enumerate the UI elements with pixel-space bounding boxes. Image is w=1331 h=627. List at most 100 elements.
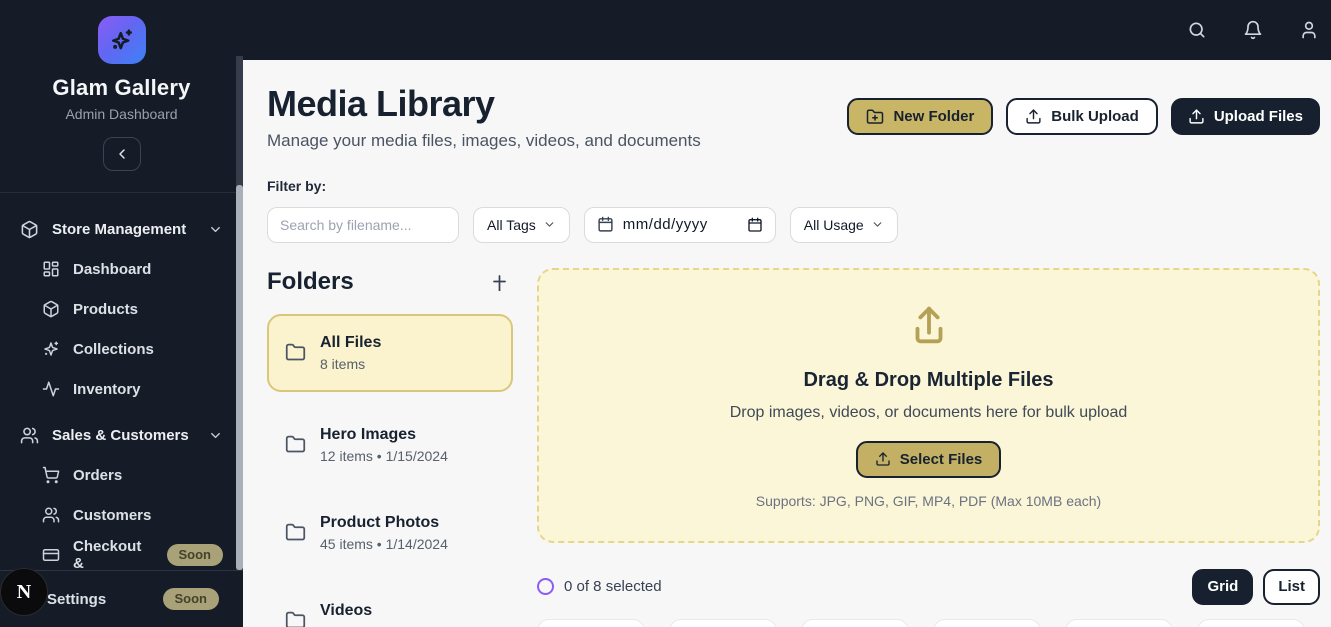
dropzone-title: Drag & Drop Multiple Files (803, 368, 1054, 391)
selection-count: 0 of 8 selected (564, 578, 662, 596)
filter-by-label: Filter by: (267, 177, 327, 194)
sparkle-logo-icon (107, 25, 137, 55)
main-area: Media Library Manage your media files, i… (243, 0, 1331, 627)
sidebar-item-collections[interactable]: Collections (12, 329, 231, 369)
sidebar-group-sales-customers[interactable]: Sales & Customers (12, 415, 231, 455)
date-picker-icon[interactable] (747, 217, 763, 233)
new-folder-label: New Folder (893, 108, 975, 125)
add-folder-button[interactable] (490, 272, 509, 291)
nav-item-label: Checkout & (73, 538, 142, 572)
file-cards-row (537, 618, 1320, 627)
upload-files-button[interactable]: Upload Files (1170, 98, 1320, 135)
drag-drop-zone[interactable]: Drag & Drop Multiple Files Drop images, … (537, 267, 1320, 543)
sidebar-item-settings[interactable]: Settings (47, 591, 106, 608)
activity-icon (42, 380, 60, 398)
avatar[interactable]: N (0, 568, 48, 616)
folder-name: Videos (320, 601, 373, 619)
folder-item-videos[interactable]: Videos 8 items • 1/13/2024 (267, 586, 513, 627)
nav-group-label: Sales & Customers (52, 426, 189, 444)
upload-icon (1188, 108, 1205, 125)
sidebar-group-store-management[interactable]: Store Management (12, 209, 231, 249)
sidebar-item-orders[interactable]: Orders (12, 455, 231, 495)
sidebar-collapse-button[interactable] (102, 137, 141, 171)
page-title: Media Library (267, 83, 495, 124)
new-folder-button[interactable]: New Folder (847, 98, 994, 135)
folder-meta: 8 items (320, 355, 366, 372)
sidebar-item-products[interactable]: Products (12, 289, 231, 329)
brand: Glam Gallery Admin Dashboard (0, 0, 243, 171)
users-icon (42, 506, 60, 524)
page-subtitle: Manage your media files, images, videos,… (267, 130, 701, 150)
sidebar-item-inventory[interactable]: Inventory (12, 369, 231, 409)
credit-card-icon (42, 546, 60, 564)
bell-icon[interactable] (1243, 20, 1263, 40)
nav-group-sales-customers: Sales & Customers Orders Customers Check… (12, 415, 231, 575)
folder-icon (285, 434, 306, 455)
nav-item-label: Inventory (73, 380, 141, 398)
sidebar-item-dashboard[interactable]: Dashboard (12, 249, 231, 289)
select-files-button[interactable]: Select Files (855, 440, 1002, 478)
chevron-left-icon (114, 146, 130, 162)
chevron-down-icon (543, 218, 556, 231)
sparkles-icon (42, 340, 60, 358)
tags-filter-value: All Tags (487, 216, 536, 233)
header-actions: New Folder Bulk Upload Upload Files (847, 98, 1320, 135)
soon-badge: Soon (166, 544, 223, 566)
folder-item-all-files[interactable]: All Files 8 items (267, 313, 513, 392)
user-icon[interactable] (1299, 20, 1319, 40)
search-icon[interactable] (1187, 20, 1207, 40)
folder-name: Product Photos (320, 513, 440, 531)
upload-icon (875, 451, 891, 467)
bulk-upload-label: Bulk Upload (1051, 108, 1139, 125)
nav-item-label: Customers (73, 506, 152, 524)
dropzone-hint: Supports: JPG, PNG, GIF, MP4, PDF (Max 1… (755, 492, 1102, 509)
content: Media Library Manage your media files, i… (243, 60, 1331, 627)
brand-logo (97, 16, 146, 64)
brand-subtitle: Admin Dashboard (65, 106, 178, 122)
folder-plus-icon (866, 108, 884, 126)
package-icon (42, 300, 60, 318)
file-card[interactable] (1197, 618, 1305, 627)
sidebar-item-checkout[interactable]: Checkout & Soon (12, 535, 231, 575)
filename-search-input[interactable] (267, 206, 459, 243)
folder-item-product-photos[interactable]: Product Photos 45 items • 1/14/2024 (267, 498, 513, 568)
nav-group-store-management: Store Management Dashboard Products Coll… (12, 209, 231, 409)
grid-view-button[interactable]: Grid (1192, 568, 1254, 605)
tags-filter-select[interactable]: All Tags (473, 206, 570, 243)
files-panel: Drag & Drop Multiple Files Drop images, … (537, 267, 1320, 627)
date-filter-input[interactable]: mm/dd/yyyy (583, 206, 776, 243)
chevron-down-icon (208, 428, 223, 443)
users-icon (20, 426, 39, 445)
select-all-checkbox[interactable] (537, 578, 554, 596)
nav-item-label: Collections (73, 340, 154, 358)
bulk-upload-button[interactable]: Bulk Upload (1006, 98, 1158, 135)
file-card[interactable] (537, 618, 645, 627)
shopping-cart-icon (42, 466, 60, 484)
folder-meta: 45 items • 1/14/2024 (320, 535, 448, 552)
file-card[interactable] (1065, 618, 1173, 627)
file-card[interactable] (669, 618, 777, 627)
dropzone-subtitle: Drop images, videos, or documents here f… (729, 403, 1128, 421)
page-header: Media Library Manage your media files, i… (267, 85, 1320, 151)
chevron-down-icon (208, 222, 223, 237)
list-view-button[interactable]: List (1263, 568, 1320, 605)
nav-item-label: Orders (73, 466, 123, 484)
sidebar-nav: Store Management Dashboard Products Coll… (0, 193, 243, 575)
sidebar-scrollbar-track[interactable] (236, 56, 243, 570)
sidebar: Glam Gallery Admin Dashboard Store Manag… (0, 0, 243, 627)
upload-files-label: Upload Files (1213, 108, 1303, 125)
sidebar-scrollbar-thumb[interactable] (236, 185, 243, 570)
file-card[interactable] (801, 618, 909, 627)
plus-icon (490, 272, 509, 291)
chevron-down-icon (871, 218, 884, 231)
folder-meta: 12 items • 1/15/2024 (320, 447, 448, 464)
folder-item-hero-images[interactable]: Hero Images 12 items • 1/15/2024 (267, 410, 513, 480)
brand-title: Glam Gallery (52, 75, 191, 100)
nav-item-label: Dashboard (73, 260, 152, 278)
file-card[interactable] (933, 618, 1041, 627)
sidebar-item-customers[interactable]: Customers (12, 495, 231, 535)
usage-filter-value: All Usage (803, 216, 864, 233)
usage-filter-select[interactable]: All Usage (789, 206, 898, 243)
folder-name: All Files (320, 333, 382, 351)
soon-badge: Soon (162, 588, 219, 610)
